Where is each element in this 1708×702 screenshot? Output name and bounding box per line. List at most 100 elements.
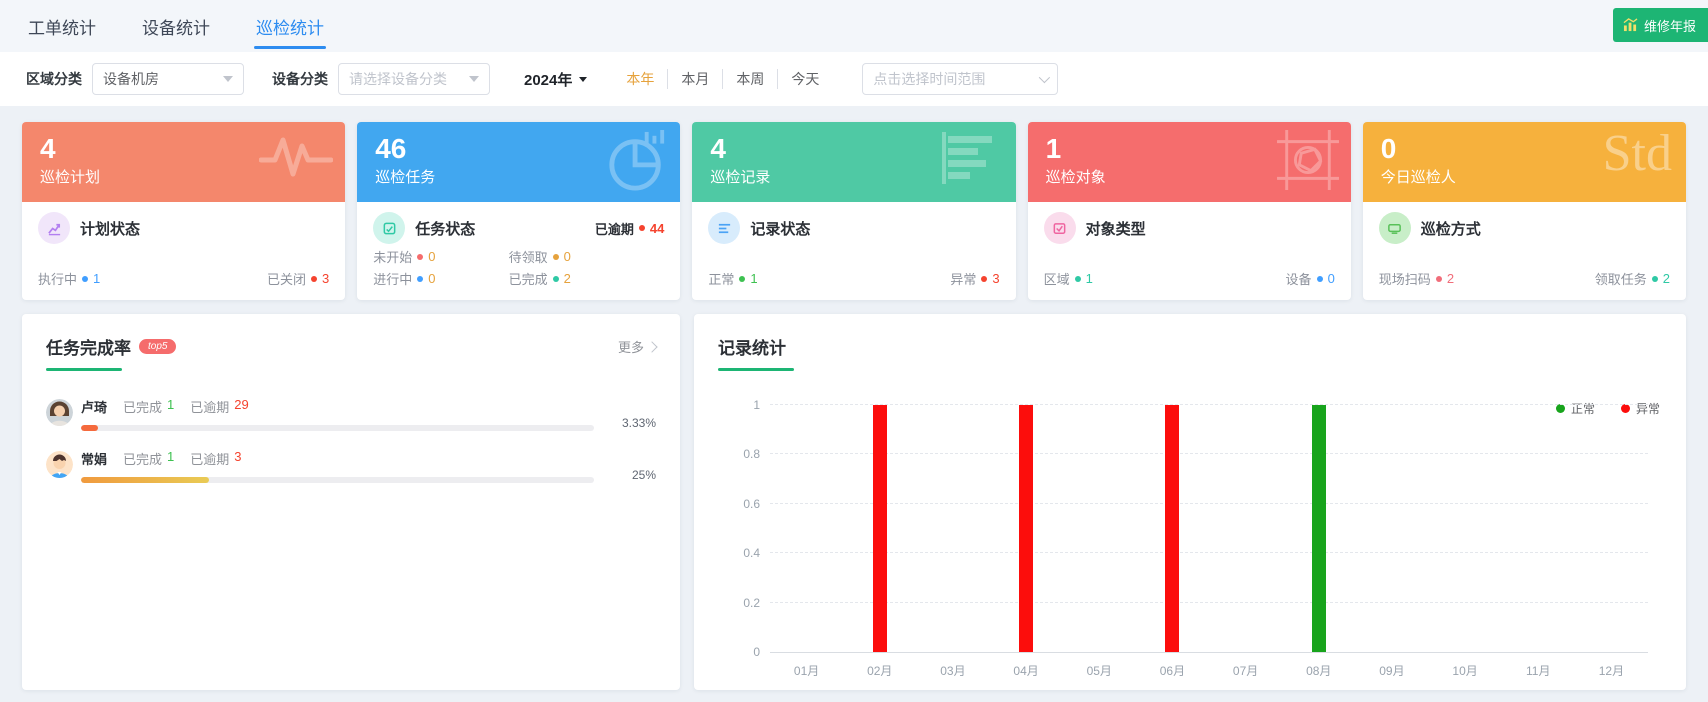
progress-track [81, 425, 594, 431]
y-axis-tick: 0.8 [724, 447, 760, 461]
completion-percent: 3.33% [594, 416, 656, 431]
quick-range-today[interactable]: 今天 [778, 69, 832, 89]
area-category-value: 设备机房 [103, 69, 159, 89]
hbar-chart-icon [938, 130, 1004, 191]
bar-正常-08月 [1312, 405, 1326, 652]
quick-range-group: 本年 本月 本周 今天 [613, 69, 832, 89]
stat-abnormal: 异常3 [950, 269, 999, 288]
annual-repair-report-button[interactable]: 维修年报 [1613, 8, 1708, 42]
gridline [770, 503, 1648, 504]
stat-claim-task: 领取任务2 [1595, 269, 1670, 288]
bar-异常-02月 [873, 405, 887, 652]
chevron-right-icon [646, 341, 657, 352]
x-axis-label: 08月 [1306, 662, 1331, 679]
chart-plot: 00.20.40.60.8101月02月03月04月05月06月07月08月09… [770, 405, 1648, 653]
std-watermark: Std [1603, 124, 1672, 183]
x-axis-label: 01月 [794, 662, 819, 679]
section-title: 任务状态 [415, 218, 585, 239]
y-axis-tick: 0 [724, 645, 760, 659]
task-completion-panel: 任务完成率 top5 更多 卢琦 已完成1 已逾期29 3.3 [22, 314, 680, 690]
panel-title: 任务完成率 [46, 334, 131, 359]
scan-device-icon [1379, 212, 1411, 244]
device-category-placeholder: 请选择设备分类 [349, 69, 447, 89]
pulse-line-icon [259, 130, 333, 187]
record-list-icon [708, 212, 740, 244]
bar-chart-icon [1623, 18, 1638, 32]
device-category-label: 设备分类 [272, 69, 328, 89]
section-title: 计划状态 [80, 218, 329, 239]
stat-device: 设备0 [1286, 269, 1335, 288]
stat-overdue: 已逾期44 [595, 219, 664, 238]
top-tab-bar: 工单统计 设备统计 巡检统计 维修年报 [0, 0, 1708, 52]
stat-to-claim: 待领取0 [509, 247, 665, 266]
check-sheet-icon [1044, 212, 1076, 244]
x-axis-label: 06月 [1160, 662, 1185, 679]
stat-area: 区域1 [1044, 269, 1093, 288]
user-name: 卢琦 [81, 397, 107, 416]
stat-in-progress: 进行中0 [373, 269, 508, 288]
caret-down-icon [223, 76, 233, 82]
progress-fill [81, 425, 98, 431]
bar-异常-06月 [1165, 405, 1179, 652]
card-inspection-object: 1 巡检对象 对象类型 区域1 设备0 [1028, 122, 1351, 300]
section-title: 记录状态 [750, 218, 999, 239]
x-axis-label: 02月 [867, 662, 892, 679]
avatar [46, 451, 73, 478]
quick-range-this-week[interactable]: 本周 [723, 69, 778, 89]
x-axis-label: 12月 [1599, 662, 1624, 679]
overdue-stat: 已逾期29 [190, 397, 248, 416]
done-stat: 已完成1 [123, 397, 174, 416]
user-name: 常娟 [81, 449, 107, 468]
card-header: 0 今日巡检人 Std [1363, 122, 1686, 202]
x-axis-label: 11月 [1526, 662, 1550, 679]
annual-report-label: 维修年报 [1644, 16, 1696, 35]
area-category-label: 区域分类 [26, 69, 82, 89]
x-axis-label: 10月 [1452, 662, 1477, 679]
tab-work-order-stats[interactable]: 工单统计 [26, 0, 98, 53]
progress-track [81, 477, 594, 483]
x-axis-label: 04月 [1013, 662, 1038, 679]
card-inspection-task: 46 巡检任务 任务状态 已逾期44 未开始0 待领取0 进行中0 已完成2 [357, 122, 680, 300]
gridline [770, 453, 1648, 454]
chevron-down-icon [1039, 72, 1050, 83]
stat-closed: 已关闭3 [267, 269, 329, 288]
stat-completed: 已完成2 [509, 269, 665, 288]
caret-down-icon [579, 77, 587, 82]
section-title: 巡检方式 [1421, 218, 1670, 239]
x-axis-label: 03月 [940, 662, 965, 679]
card-inspection-record: 4 巡检记录 记录状态 正常1 异常3 [692, 122, 1015, 300]
device-category-select[interactable]: 请选择设备分类 [338, 63, 490, 95]
x-axis-label: 09月 [1379, 662, 1404, 679]
pie-chart-icon [606, 130, 668, 197]
x-axis-label: 07月 [1233, 662, 1258, 679]
tab-inspection-stats[interactable]: 巡检统计 [254, 0, 326, 53]
avatar [46, 399, 73, 426]
card-header: 4 巡检记录 [692, 122, 1015, 202]
quick-range-this-year[interactable]: 本年 [613, 69, 668, 89]
y-axis-tick: 0.6 [724, 497, 760, 511]
stat-not-started: 未开始0 [373, 247, 508, 266]
filter-bar: 区域分类 设备机房 设备分类 请选择设备分类 2024年 本年 本月 本周 今天… [0, 52, 1708, 106]
y-axis-tick: 1 [724, 398, 760, 412]
card-today-inspectors: 0 今日巡检人 Std 巡检方式 现场扫码2 领取任务2 [1363, 122, 1686, 300]
time-range-select[interactable]: 点击选择时间范围 [862, 63, 1058, 95]
card-header: 1 巡检对象 [1028, 122, 1351, 202]
area-category-select[interactable]: 设备机房 [92, 63, 244, 95]
record-stats-panel: 记录统计 正常 异常 00.20.40.60.8101月02月03月04月05月… [694, 314, 1686, 690]
gridline [770, 404, 1648, 405]
year-dropdown[interactable]: 2024年 [524, 69, 587, 90]
gridline [770, 552, 1648, 553]
top5-badge: top5 [139, 339, 176, 354]
year-value: 2024年 [524, 69, 572, 90]
card-inspection-plan: 4 巡检计划 计划状态 执行中1 已关闭3 [22, 122, 345, 300]
tab-device-stats[interactable]: 设备统计 [140, 0, 212, 53]
time-range-placeholder: 点击选择时间范围 [873, 69, 985, 89]
trend-chart-icon [38, 212, 70, 244]
y-axis-tick: 0.4 [724, 546, 760, 560]
title-underline [718, 368, 794, 371]
more-link[interactable]: 更多 [618, 337, 656, 356]
completion-percent: 25% [594, 468, 656, 483]
clipboard-icon [373, 212, 405, 244]
quick-range-this-month[interactable]: 本月 [668, 69, 723, 89]
done-stat: 已完成1 [123, 449, 174, 468]
